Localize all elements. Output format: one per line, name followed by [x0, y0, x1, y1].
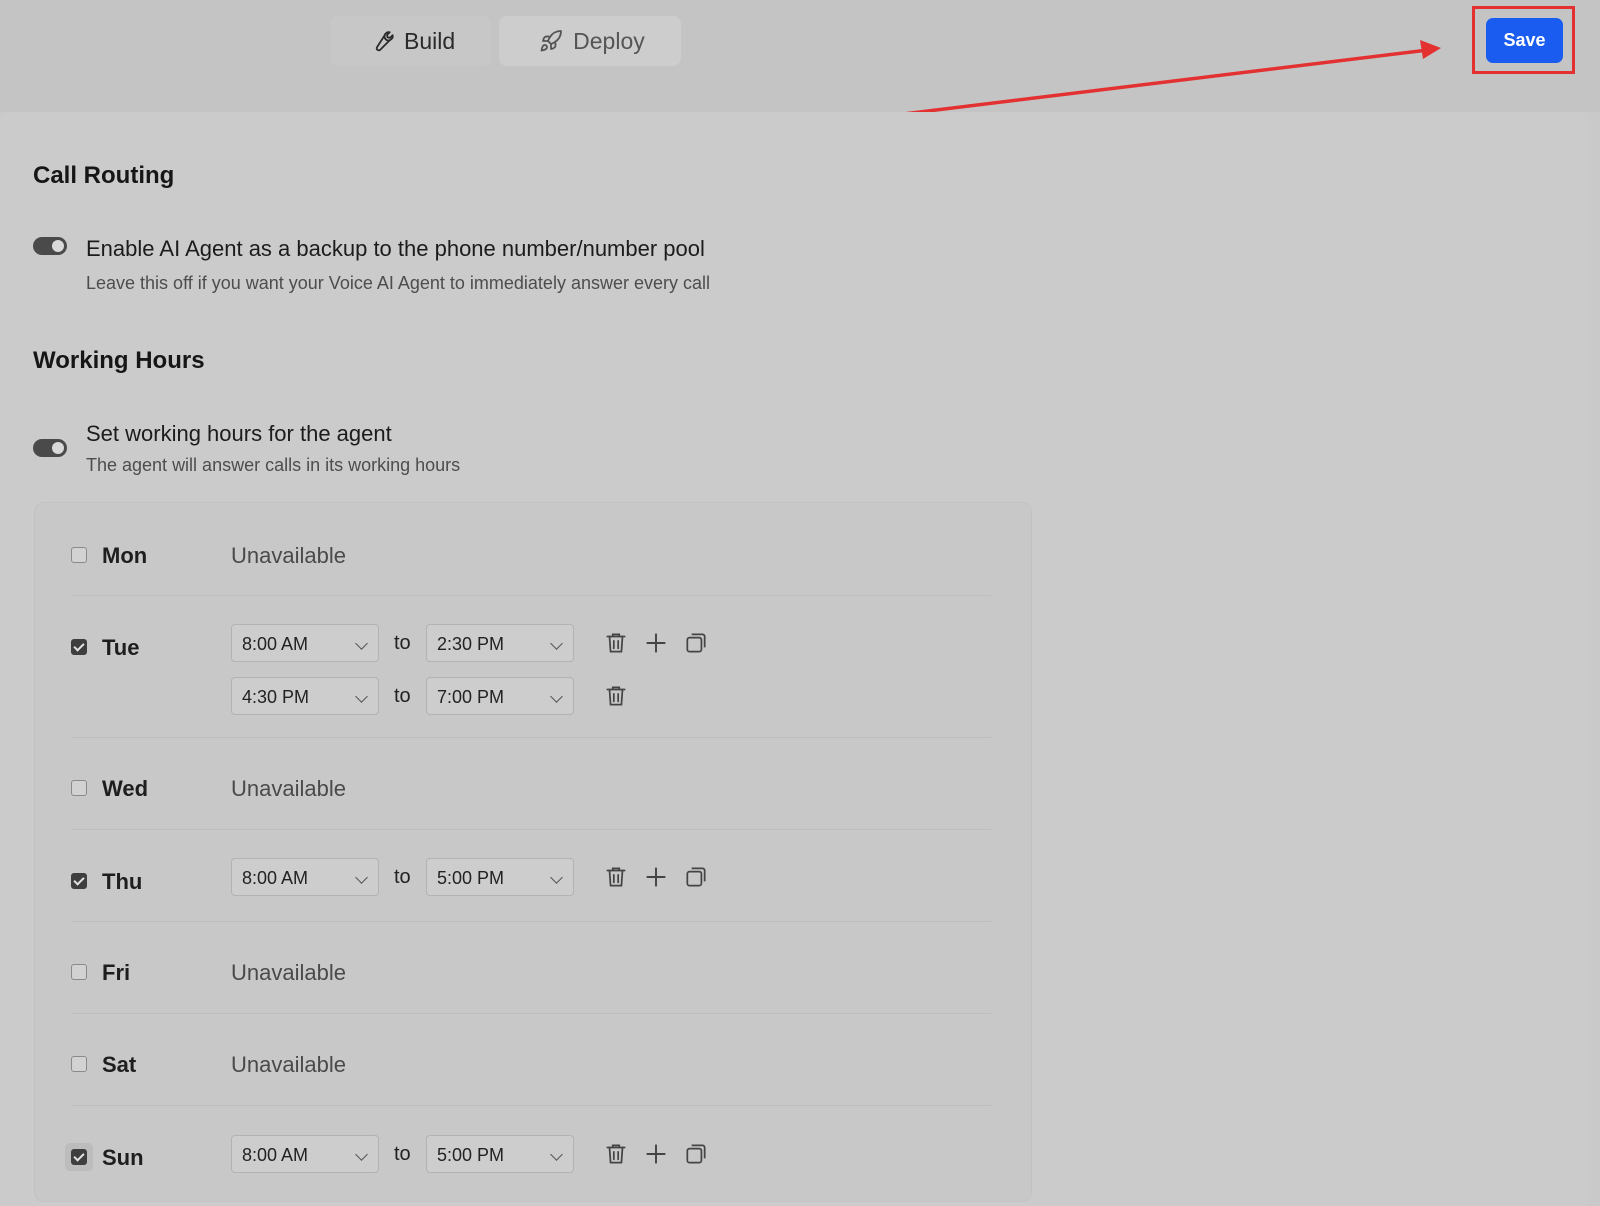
- day-row-wed: Wed Unavailable: [71, 737, 991, 830]
- day-checkbox-sat[interactable]: [71, 1056, 87, 1072]
- day-name-fri: Fri: [102, 960, 131, 985]
- day-name-sun: Sun: [102, 1145, 144, 1170]
- tab-build-label: Build: [404, 27, 456, 54]
- day-name-tue: Tue: [102, 635, 140, 660]
- working-hours-heading: Working Hours: [33, 347, 205, 374]
- tab-deploy[interactable]: Deploy: [499, 16, 681, 66]
- end-time-select[interactable]: 7:00 PM: [426, 677, 574, 715]
- day-checkbox-wed[interactable]: [71, 780, 87, 796]
- start-time-select[interactable]: 4:30 PM: [231, 677, 379, 715]
- working-hours-description: The agent will answer calls in its worki…: [86, 455, 461, 475]
- to-label: to: [394, 866, 411, 888]
- ai-backup-description: Leave this off if you want your Voice AI…: [86, 273, 710, 293]
- trash-icon: [606, 867, 626, 887]
- to-label: to: [394, 632, 411, 654]
- start-time-select[interactable]: 8:00 AM: [231, 858, 379, 896]
- unavailable-label-wed: Unavailable: [231, 776, 346, 801]
- start-time-value: 8:00 AM: [242, 868, 309, 888]
- plus-icon: [646, 867, 666, 887]
- add-slot-button[interactable]: [643, 864, 669, 890]
- day-name-mon: Mon: [102, 543, 148, 568]
- day-row-sun: Sun 8:00 AM to 5:00 PM: [65, 1105, 991, 1201]
- day-name-sat: Sat: [102, 1052, 137, 1077]
- start-time-value: 4:30 PM: [242, 687, 310, 707]
- chevron-down-icon: [355, 871, 368, 884]
- working-hours-toggle[interactable]: [33, 439, 67, 457]
- chevron-down-icon: [550, 690, 563, 703]
- trash-icon: [606, 686, 626, 706]
- add-slot-button[interactable]: [643, 1141, 669, 1167]
- working-hours-card: Mon Unavailable Tue 8:00 AM to 2:30 PM 4…: [34, 502, 1032, 1202]
- call-routing-heading: Call Routing: [33, 162, 175, 189]
- day-checkbox-thu[interactable]: [71, 873, 87, 889]
- copy-hours-button[interactable]: [683, 864, 709, 890]
- copy-icon: [686, 867, 706, 887]
- chevron-down-icon: [355, 1148, 368, 1161]
- delete-slot-button[interactable]: [603, 1141, 629, 1167]
- unavailable-label-mon: Unavailable: [231, 543, 346, 568]
- tab-deploy-label: Deploy: [573, 27, 645, 54]
- chevron-down-icon: [355, 637, 368, 650]
- delete-slot-button[interactable]: [603, 683, 629, 709]
- save-button[interactable]: Save: [1486, 18, 1563, 63]
- top-bar: [0, 0, 1600, 112]
- plus-icon: [646, 1144, 666, 1164]
- day-name-thu: Thu: [102, 869, 143, 894]
- chevron-down-icon: [550, 871, 563, 884]
- to-label: to: [394, 685, 411, 707]
- wrench-icon: [375, 31, 394, 52]
- end-time-value: 5:00 PM: [437, 868, 505, 888]
- delete-slot-button[interactable]: [603, 864, 629, 890]
- end-time-select[interactable]: 5:00 PM: [426, 1135, 574, 1173]
- chevron-down-icon: [550, 1148, 563, 1161]
- end-time-value: 7:00 PM: [437, 687, 505, 707]
- copy-hours-button[interactable]: [683, 1141, 709, 1167]
- day-row-sat: Sat Unavailable: [71, 1013, 991, 1106]
- end-time-select[interactable]: 5:00 PM: [426, 858, 574, 896]
- day-checkbox-tue[interactable]: [71, 639, 87, 655]
- day-row-tue: Tue 8:00 AM to 2:30 PM 4:30 PM to 7:00 P…: [71, 595, 991, 738]
- unavailable-label-sat: Unavailable: [231, 1052, 346, 1077]
- start-time-select[interactable]: 8:00 AM: [231, 624, 379, 662]
- unavailable-label-fri: Unavailable: [231, 960, 346, 985]
- ai-backup-title: Enable AI Agent as a backup to the phone…: [86, 236, 705, 261]
- chevron-down-icon: [550, 637, 563, 650]
- start-time-value: 8:00 AM: [242, 634, 309, 654]
- copy-icon: [686, 1144, 706, 1164]
- plus-icon: [646, 633, 666, 653]
- trash-icon: [606, 1144, 626, 1164]
- day-name-wed: Wed: [102, 776, 149, 801]
- tab-build[interactable]: Build: [330, 16, 492, 66]
- copy-icon: [686, 633, 706, 653]
- rocket-icon: [540, 30, 563, 52]
- start-time-value: 8:00 AM: [242, 1145, 309, 1165]
- day-row-fri: Fri Unavailable: [71, 921, 991, 1014]
- chevron-down-icon: [355, 690, 368, 703]
- delete-slot-button[interactable]: [603, 630, 629, 656]
- to-label: to: [394, 1143, 411, 1165]
- day-row-mon: Mon Unavailable: [71, 503, 991, 596]
- trash-icon: [606, 633, 626, 653]
- add-slot-button[interactable]: [643, 630, 669, 656]
- day-row-thu: Thu 8:00 AM to 5:00 PM: [71, 829, 991, 922]
- end-time-select[interactable]: 2:30 PM: [426, 624, 574, 662]
- ai-backup-toggle[interactable]: [33, 237, 67, 255]
- day-checkbox-fri[interactable]: [71, 964, 87, 980]
- end-time-value: 5:00 PM: [437, 1145, 505, 1165]
- start-time-select[interactable]: 8:00 AM: [231, 1135, 379, 1173]
- mode-tabs: Build Deploy: [330, 16, 681, 66]
- end-time-value: 2:30 PM: [437, 634, 505, 654]
- day-checkbox-mon[interactable]: [71, 547, 87, 563]
- day-checkbox-sun[interactable]: [71, 1149, 87, 1165]
- copy-hours-button[interactable]: [683, 630, 709, 656]
- working-hours-title: Set working hours for the agent: [86, 421, 392, 446]
